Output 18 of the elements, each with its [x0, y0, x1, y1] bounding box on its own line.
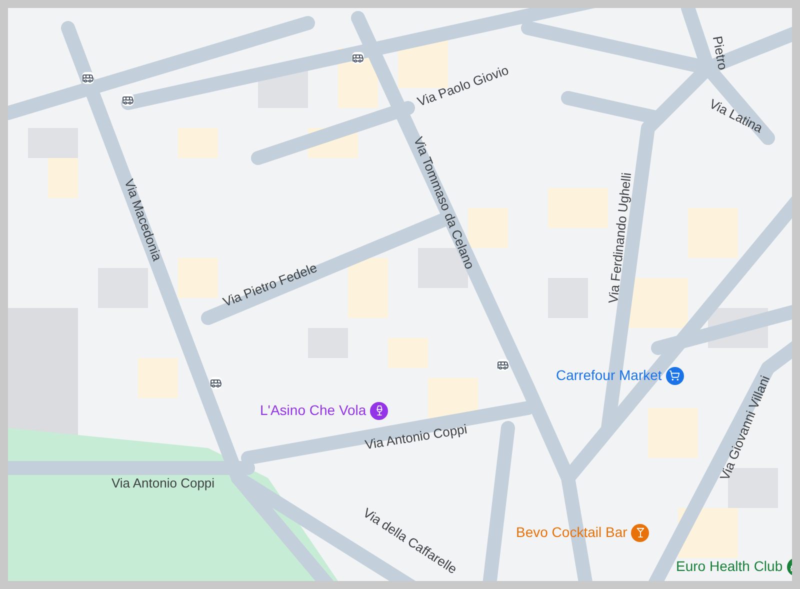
- bus-stop-icon: [352, 52, 364, 64]
- bus-stop-icon: [497, 359, 509, 371]
- bus-stop-icon: [122, 94, 134, 106]
- place-label[interactable]: L'Asino Che Vola: [260, 400, 366, 421]
- bus-stop-icon: [210, 377, 222, 389]
- place-marker-icon[interactable]: [370, 402, 388, 420]
- street-label: Via Pietro Fedele: [220, 258, 320, 312]
- street-label: Via Antonio Coppi: [364, 420, 468, 454]
- street-label: Via Paolo Giovio: [414, 61, 512, 112]
- street-label: Via Ferdinando Ughelli: [604, 172, 636, 304]
- street-label: Pietro: [708, 34, 732, 72]
- place-marker-icon[interactable]: [631, 524, 650, 542]
- place-marker-icon[interactable]: [666, 366, 684, 384]
- place-label[interactable]: Carrefour Market: [556, 365, 662, 386]
- bus-stop-icon: [82, 72, 94, 84]
- place-label[interactable]: Bevo Cocktail Bar: [516, 522, 628, 543]
- place-label[interactable]: Euro Health Club: [676, 556, 783, 577]
- street-label: Via Antonio Coppi: [111, 474, 215, 492]
